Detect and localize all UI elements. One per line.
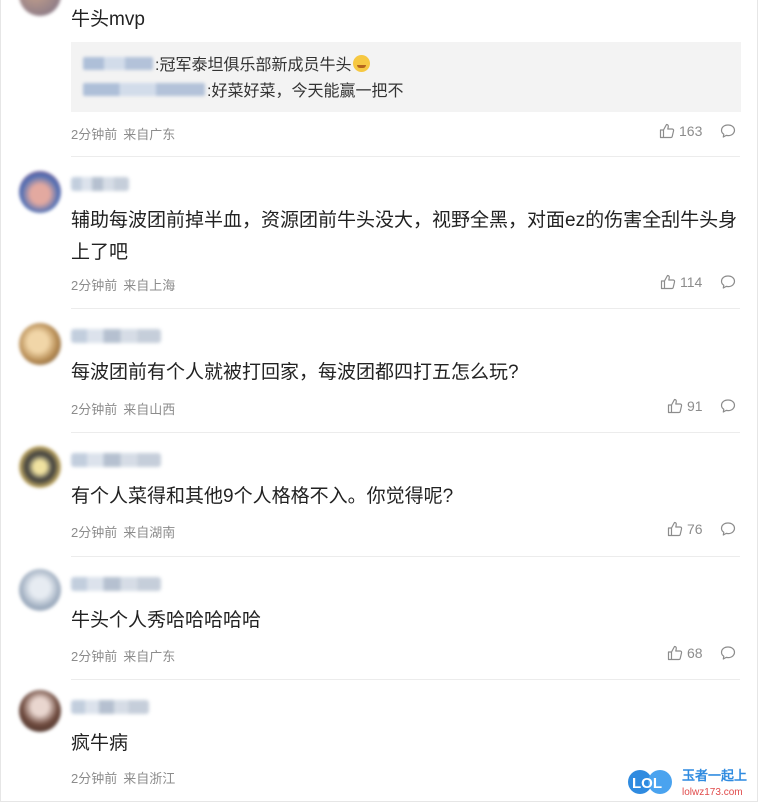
comment-item: 牛头个人秀哈哈哈哈哈 2分钟前 来自广东 68 <box>0 557 758 680</box>
reply-bubble-icon[interactable] <box>720 398 736 414</box>
like-count: 163 <box>679 123 703 139</box>
quoted-reply: :好菜好菜，今天能赢一把不 <box>83 78 403 100</box>
comment-location: 来自广东 <box>123 127 176 142</box>
quoted-reply-text: :好菜好菜，今天能赢一把不 <box>207 83 404 100</box>
comment-time: 2分钟前 <box>71 525 118 540</box>
comment-meta: 2分钟前 来自广东 <box>71 124 181 143</box>
watermark-brand: LOL <box>632 775 662 792</box>
like-button[interactable]: 76 <box>667 521 703 537</box>
comment-location: 来自广东 <box>123 649 176 664</box>
like-button[interactable]: 91 <box>667 398 703 414</box>
blurred-username <box>71 329 161 343</box>
like-button[interactable]: 68 <box>667 645 703 661</box>
comment-item: 牛头mvp :冠军泰坦俱乐部新成员牛头 :好菜好菜，今天能赢一把不 2分钟前 来自… <box>0 0 758 157</box>
comment-text: 每波团前有个人就被打回家，每波团都四打五怎么玩? <box>71 362 519 383</box>
watermark-cn: 玉者一起上 <box>682 768 747 784</box>
thumbs-up-icon <box>667 645 683 661</box>
blurred-username <box>83 82 205 96</box>
thumbs-up-icon <box>659 123 675 139</box>
avatar[interactable] <box>19 446 61 488</box>
like-button[interactable]: 163 <box>659 123 702 139</box>
quoted-reply: :冠军泰坦俱乐部新成员牛头 <box>83 52 371 74</box>
comment-meta: 2分钟前 来自湖南 <box>71 522 181 541</box>
comment-meta: 2分钟前 来自山西 <box>71 399 181 418</box>
comment-item: 辅助每波团前掉半血，资源团前牛头没大，视野全黑，对面ez的伤害全刮牛头身上了吧 … <box>0 157 758 309</box>
thumbs-up-icon <box>667 521 683 537</box>
comment-text: 有个人菜得和其他9个人格格不入。你觉得呢? <box>71 486 454 507</box>
comment-time: 2分钟前 <box>71 402 118 417</box>
like-count: 68 <box>687 645 703 661</box>
site-watermark-logo: LOL 玉者一起上 lolwz173.com <box>628 768 747 798</box>
reply-bubble-icon[interactable] <box>720 123 736 139</box>
comment-meta: 2分钟前 来自上海 <box>71 275 181 294</box>
avatar[interactable] <box>19 0 61 16</box>
comment-item: 每波团前有个人就被打回家，每波团都四打五怎么玩? 2分钟前 来自山西 91 <box>0 309 758 433</box>
avatar[interactable] <box>19 171 61 213</box>
watermark-url: lolwz173.com <box>682 787 743 798</box>
avatar[interactable] <box>19 690 61 732</box>
comment-item: 有个人菜得和其他9个人格格不入。你觉得呢? 2分钟前 来自湖南 76 <box>0 433 758 557</box>
comment-text: 辅助每波团前掉半血，资源团前牛头没大，视野全黑，对面ez的伤害全刮牛头身上了吧 <box>71 210 738 263</box>
comment-location: 来自浙江 <box>123 771 176 786</box>
like-count: 114 <box>680 274 703 290</box>
comment-location: 来自山西 <box>123 402 176 417</box>
blurred-username <box>83 56 153 70</box>
thumbs-up-icon <box>660 274 676 290</box>
reply-bubble-icon[interactable] <box>720 645 736 661</box>
laughing-crying-icon <box>353 54 371 72</box>
like-count: 91 <box>687 398 703 414</box>
comment-time: 2分钟前 <box>71 127 118 142</box>
quoted-replies: :冠军泰坦俱乐部新成员牛头 :好菜好菜，今天能赢一把不 <box>71 42 741 112</box>
comment-meta: 2分钟前 来自广东 <box>71 646 181 665</box>
reply-bubble-icon[interactable] <box>720 274 736 290</box>
blurred-username <box>71 700 149 714</box>
thumbs-up-icon <box>667 398 683 414</box>
comment-time: 2分钟前 <box>71 278 118 293</box>
blurred-username <box>71 453 161 467</box>
like-count: 76 <box>687 521 703 537</box>
comment-text: 牛头个人秀哈哈哈哈哈 <box>71 610 262 631</box>
comment-text: 疯牛病 <box>71 733 129 754</box>
comment-location: 来自上海 <box>123 278 176 293</box>
avatar[interactable] <box>19 323 61 365</box>
comment-time: 2分钟前 <box>71 649 118 664</box>
like-button[interactable]: 114 <box>660 274 702 290</box>
comment-location: 来自湖南 <box>123 525 176 540</box>
blurred-username <box>71 177 129 191</box>
avatar[interactable] <box>19 569 61 611</box>
comment-time: 2分钟前 <box>71 771 118 786</box>
comment-text: 牛头mvp <box>71 9 145 30</box>
comment-meta: 2分钟前 来自浙江 <box>71 768 181 787</box>
blurred-username <box>71 577 161 591</box>
quoted-reply-text: :冠军泰坦俱乐部新成员牛头 <box>155 57 352 74</box>
reply-bubble-icon[interactable] <box>720 521 736 537</box>
